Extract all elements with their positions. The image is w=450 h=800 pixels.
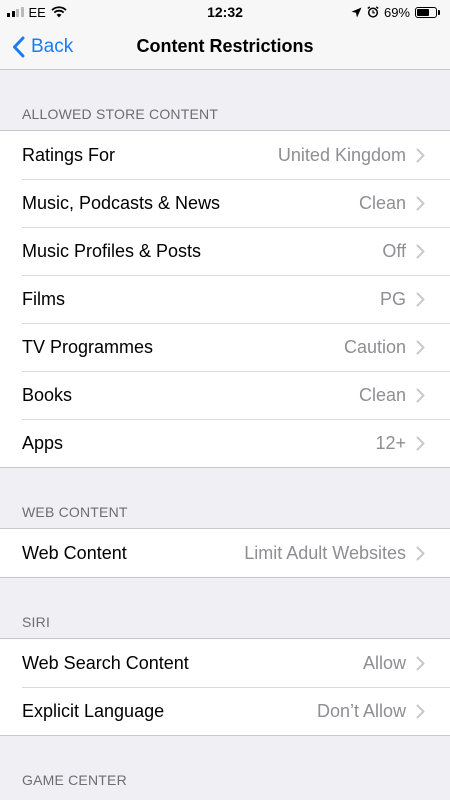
row-value: United Kingdom <box>277 144 406 165</box>
chevron-right-icon <box>416 323 438 371</box>
row-explicit-language[interactable]: Explicit Language Don’t Allow <box>0 687 450 735</box>
chevron-left-icon <box>13 36 25 58</box>
navigation-bar: Back Content Restrictions <box>0 24 450 70</box>
section-header-game-center: GAME CENTER <box>22 772 127 788</box>
status-bar: EE 12:32 69% <box>0 0 450 24</box>
row-web-search-content[interactable]: Web Search Content Allow <box>0 639 450 687</box>
battery-percent: 69% <box>383 4 410 20</box>
row-music-profiles-posts[interactable]: Music Profiles & Posts Off <box>0 227 450 275</box>
chevron-right-icon <box>416 687 438 735</box>
section-header-web-content: WEB CONTENT <box>22 504 128 520</box>
row-label: Ratings For <box>22 144 116 165</box>
row-label: Web Content <box>22 542 127 563</box>
chevron-right-icon <box>416 371 438 419</box>
row-apps[interactable]: Apps 12+ <box>0 419 450 467</box>
row-value: Clean <box>358 192 406 213</box>
row-ratings-for[interactable]: Ratings For United Kingdom <box>0 131 450 179</box>
chevron-right-icon <box>416 227 438 275</box>
settings-list: ALLOWED STORE CONTENT Ratings For United… <box>0 70 450 796</box>
group-siri: Web Search Content Allow Explicit Langua… <box>0 638 450 736</box>
section-header-siri: SIRI <box>22 614 51 630</box>
battery-icon <box>415 6 440 18</box>
row-music-podcasts-news[interactable]: Music, Podcasts & News Clean <box>0 179 450 227</box>
wifi-icon <box>51 6 67 18</box>
chevron-right-icon <box>416 179 438 227</box>
location-icon <box>351 7 362 17</box>
signal-icon <box>7 7 24 17</box>
row-value: Don’t Allow <box>316 700 406 721</box>
chevron-right-icon <box>416 529 438 577</box>
status-left: EE <box>7 5 67 20</box>
row-label: Music, Podcasts & News <box>22 192 221 213</box>
carrier-label: EE <box>28 4 46 20</box>
row-films[interactable]: Films PG <box>0 275 450 323</box>
row-label: Books <box>22 384 73 405</box>
battery-fill <box>417 8 430 16</box>
row-label: Web Search Content <box>22 652 189 673</box>
group-web-content: Web Content Limit Adult Websites <box>0 528 450 578</box>
back-button[interactable]: Back <box>12 24 73 70</box>
row-value: 12+ <box>375 432 406 453</box>
alarm-icon <box>367 6 379 18</box>
row-value: Clean <box>358 384 406 405</box>
chevron-right-icon <box>416 419 438 467</box>
row-value: Limit Adult Websites <box>244 542 406 563</box>
row-books[interactable]: Books Clean <box>0 371 450 419</box>
row-value: PG <box>379 288 406 309</box>
row-value: Allow <box>362 652 406 673</box>
chevron-right-icon <box>416 131 438 179</box>
chevron-right-icon <box>416 639 438 687</box>
row-label: Explicit Language <box>22 700 165 721</box>
row-tv-programmes[interactable]: TV Programmes Caution <box>0 323 450 371</box>
page-title: Content Restrictions <box>136 36 314 56</box>
row-label: Films <box>22 288 65 309</box>
row-label: Apps <box>22 432 64 453</box>
status-right: 69% <box>351 5 440 20</box>
back-label: Back <box>31 36 74 57</box>
row-value: Caution <box>343 336 406 357</box>
group-allowed-store-content: Ratings For United Kingdom Music, Podcas… <box>0 130 450 468</box>
row-value: Off <box>382 240 406 261</box>
row-label: Music Profiles & Posts <box>22 240 202 261</box>
section-header-allowed-store-content: ALLOWED STORE CONTENT <box>22 106 219 122</box>
row-web-content[interactable]: Web Content Limit Adult Websites <box>0 529 450 577</box>
chevron-right-icon <box>416 275 438 323</box>
row-label: TV Programmes <box>22 336 154 357</box>
